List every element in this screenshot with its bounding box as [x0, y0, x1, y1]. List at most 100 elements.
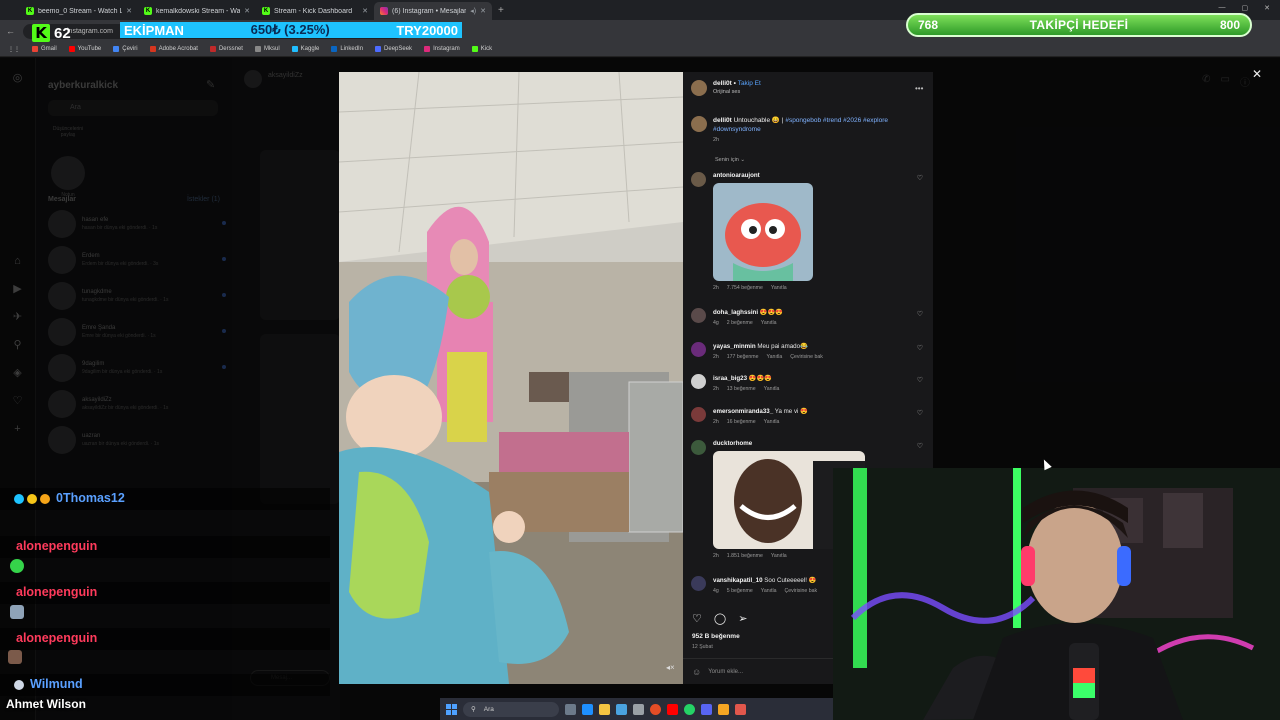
comment-likes[interactable]: 1.851 beğenme — [727, 553, 763, 559]
reply-link[interactable]: Yanıtla — [771, 553, 787, 559]
comment-user[interactable]: antonioaraujont — [713, 172, 760, 179]
comment-image[interactable] — [713, 183, 813, 281]
like-comment-icon[interactable]: ♡ — [917, 442, 923, 450]
translate-link[interactable]: Çevirisine bak — [790, 354, 823, 360]
close-window-icon[interactable]: ✕ — [1264, 4, 1270, 12]
notifications-icon[interactable]: ♡ — [11, 395, 24, 408]
comment-user[interactable]: emersonmiranda33_ — [713, 408, 773, 415]
bookmark-youtube[interactable]: YouTube — [68, 46, 101, 52]
bookmark-linkedin[interactable]: LinkedIn — [331, 46, 363, 52]
bookmark-mksul[interactable]: Mksul — [254, 46, 280, 52]
like-comment-icon[interactable]: ♡ — [917, 344, 923, 352]
reply-link[interactable]: Yanıtla — [764, 419, 780, 425]
like-comment-icon[interactable]: ♡ — [917, 174, 923, 182]
bookmark-ceviri[interactable]: Çeviri — [113, 46, 138, 52]
reply-link[interactable]: Yanıtla — [767, 354, 783, 360]
reply-link[interactable]: Yanıtla — [761, 588, 777, 594]
search-icon[interactable]: ⚲ — [11, 339, 24, 352]
bookmark-kaggle[interactable]: Kaggle — [291, 46, 319, 52]
comment-likes[interactable]: 177 beğenme — [727, 354, 759, 360]
reels-icon[interactable]: ▶ — [11, 283, 24, 296]
comment-sort-dropdown[interactable]: Senin için ⌄ — [715, 157, 745, 163]
close-tab-icon[interactable]: ✕ — [244, 7, 250, 15]
bookmark-kick[interactable]: Kick — [471, 46, 492, 52]
comment-likes[interactable]: 13 beğenme — [727, 386, 756, 392]
youtube-icon[interactable] — [667, 703, 678, 715]
apps-icon[interactable]: ⋮⋮ — [8, 46, 20, 53]
explore-icon[interactable]: ◈ — [11, 367, 24, 380]
follow-button[interactable]: Takip Et — [738, 80, 761, 87]
comment-likes[interactable]: 5 beğenme — [727, 588, 753, 594]
like-comment-icon[interactable]: ♡ — [917, 409, 923, 417]
emoji-icon[interactable]: ☺ — [692, 667, 701, 677]
close-modal-icon[interactable]: ✕ — [1252, 67, 1262, 81]
phone-icon[interactable]: ✆ — [1202, 74, 1210, 89]
avatar[interactable] — [691, 116, 707, 132]
comment-user[interactable]: vanshikapatil_10 — [713, 577, 763, 584]
avatar[interactable] — [691, 342, 706, 357]
comment-icon[interactable]: ◯ — [714, 612, 726, 625]
chrome-icon[interactable] — [650, 703, 661, 715]
inbox-thread[interactable]: aksayildiZz aksayildiZz bir dünya eki gön… — [48, 388, 226, 420]
avatar[interactable] — [691, 308, 706, 323]
note-bubble[interactable]: Düşüncelerini paylaş Notun — [48, 126, 88, 198]
like-comment-icon[interactable]: ♡ — [917, 310, 923, 318]
post-author[interactable]: delli0t — [713, 80, 732, 87]
comment-user[interactable]: ducktorhome — [713, 440, 752, 447]
back-icon[interactable]: ← — [6, 26, 15, 36]
speaker-icon[interactable]: ◂) — [470, 7, 476, 15]
bookmark-instagram[interactable]: Instagram — [424, 46, 460, 52]
like-count[interactable]: 952 B beğenme — [692, 633, 740, 640]
tab-kick-dashboard[interactable]: K Stream - Kick Dashboard ✕ — [256, 2, 374, 20]
task-view-icon[interactable] — [565, 703, 576, 715]
add-comment-input[interactable]: Yorum ekle... — [708, 669, 743, 675]
avatar[interactable] — [691, 576, 706, 591]
new-message-icon[interactable]: ✎ — [206, 78, 215, 91]
messages-icon[interactable]: ✈ — [11, 311, 24, 324]
inbox-thread[interactable]: Emre Şanda Emre bir dünya eki gönderdi. ·… — [48, 316, 226, 348]
inbox-search-input[interactable]: Ara — [48, 100, 218, 116]
file-explorer-icon[interactable] — [599, 703, 610, 715]
inbox-thread[interactable]: uazran uazran bir dünya eki gönderdi. · 1… — [48, 424, 226, 456]
home-icon[interactable]: ⌂ — [11, 255, 24, 268]
mute-icon[interactable]: ◂× — [666, 663, 675, 672]
reel-video[interactable] — [339, 72, 683, 684]
bookmark-gmail[interactable]: Gmail — [32, 46, 57, 52]
vlc-icon[interactable] — [718, 703, 729, 715]
close-tab-icon[interactable]: ✕ — [126, 7, 132, 15]
comment-likes[interactable]: 16 beğenme — [727, 419, 756, 425]
translate-link[interactable]: Çevirisine bak — [785, 588, 818, 594]
inbox-thread[interactable]: tunagkdme tunagkdme bir dünya eki gönderd… — [48, 280, 226, 312]
discord-icon[interactable] — [701, 703, 712, 715]
like-comment-icon[interactable]: ♡ — [917, 376, 923, 384]
app-icon[interactable] — [735, 703, 746, 715]
caption-user[interactable]: delli0t — [713, 117, 732, 124]
avatar[interactable] — [691, 440, 706, 455]
windows-start-icon[interactable] — [446, 703, 457, 715]
close-tab-icon[interactable]: ✕ — [362, 7, 368, 15]
tab-instagram[interactable]: (6) Instagram • Mesajlar ◂) ✕ — [374, 2, 492, 20]
mail-icon[interactable] — [616, 703, 627, 715]
video-icon[interactable]: ▭ — [1221, 74, 1230, 89]
create-icon[interactable]: + — [11, 423, 24, 436]
edge-icon[interactable] — [582, 703, 593, 715]
store-icon[interactable] — [633, 703, 644, 715]
avatar[interactable] — [691, 172, 706, 187]
comment-likes[interactable]: 2 beğenme — [727, 320, 753, 326]
minimize-icon[interactable]: — — [1219, 4, 1226, 12]
taskbar-search[interactable]: ⚲ Ara — [463, 701, 559, 717]
inbox-username[interactable]: ayberkuralkick — [48, 80, 118, 91]
avatar[interactable] — [691, 80, 707, 96]
avatar[interactable] — [691, 407, 706, 422]
instagram-logo-icon[interactable]: ◎ — [11, 72, 24, 85]
tab-kemalkdowski[interactable]: K kemalkdowski Stream - Watch L ✕ — [138, 2, 256, 20]
requests-link[interactable]: İstekler (1) — [187, 196, 220, 203]
comment-user[interactable]: doha_laghssini — [713, 309, 758, 316]
reply-link[interactable]: Yanıtla — [771, 285, 787, 291]
maximize-icon[interactable]: ▢ — [1242, 4, 1249, 12]
reply-link[interactable]: Yanıtla — [761, 320, 777, 326]
tab-beemo[interactable]: K beemo_0 Stream - Watch Live ✕ — [20, 2, 138, 20]
shared-post-card[interactable] — [260, 150, 340, 320]
whatsapp-icon[interactable] — [684, 703, 695, 715]
like-icon[interactable]: ♡ — [692, 612, 702, 625]
